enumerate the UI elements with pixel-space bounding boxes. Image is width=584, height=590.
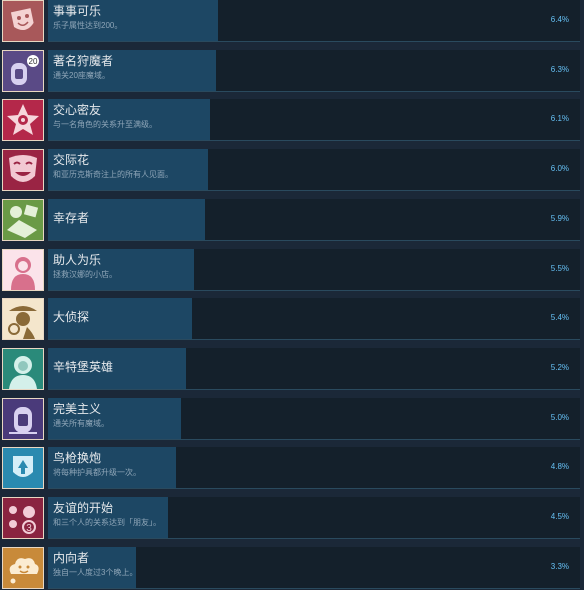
achievement-row[interactable]: 完美主义通关所有魔域。 5.0% bbox=[0, 398, 584, 447]
unlock-percentage: 6.3% bbox=[550, 65, 569, 74]
achievement-row[interactable]: 交际花和亚历克斯奇注上的所有人见面。 6.0% bbox=[0, 149, 584, 198]
achievement-title: 大侦探 bbox=[53, 310, 90, 324]
achievement-row[interactable]: 交心密友与一名角色的关系升至满级。 6.1% bbox=[0, 99, 584, 148]
progress-bar: 交际花和亚历克斯奇注上的所有人见面。 6.0% bbox=[48, 149, 580, 191]
achievement-title: 交际花 bbox=[53, 153, 90, 167]
unlock-percentage: 4.8% bbox=[550, 462, 569, 471]
achievement-title: 完美主义 bbox=[53, 402, 102, 416]
star-face-icon bbox=[2, 99, 44, 141]
achievement-row[interactable]: 20 著名狩魔者通关20座魔域。 6.3% bbox=[0, 50, 584, 99]
progress-bar: 完美主义通关所有魔域。 5.0% bbox=[48, 398, 580, 440]
achievement-title: 友谊的开始 bbox=[53, 501, 114, 515]
achievement-title: 著名狩魔者 bbox=[53, 54, 114, 68]
achievement-row[interactable]: 事事可乐乐子属性达到200。 6.4% bbox=[0, 0, 584, 49]
survivor-ticket-icon bbox=[2, 199, 44, 241]
detective-icon bbox=[2, 298, 44, 340]
achievement-description: 拯救汉娜的小店。 bbox=[53, 270, 117, 279]
perfect-tombstone-icon bbox=[2, 398, 44, 440]
achievement-row[interactable]: 助人为乐拯救汉娜的小店。 5.5% bbox=[0, 249, 584, 298]
progress-bar: 内向者独自一人度过3个晚上。 3.3% bbox=[48, 547, 580, 589]
achievement-row[interactable]: 幸存者 5.9% bbox=[0, 199, 584, 248]
unlock-percentage: 5.4% bbox=[550, 313, 569, 322]
unlock-percentage: 6.4% bbox=[550, 15, 569, 24]
helping-girl-icon bbox=[2, 249, 44, 291]
unlock-percentage: 5.5% bbox=[550, 264, 569, 273]
achievement-row[interactable]: 鸟枪换炮将每种护具都升级一次。 4.8% bbox=[0, 447, 584, 496]
progress-bar: 幸存者 5.9% bbox=[48, 199, 580, 241]
achievement-title: 内向者 bbox=[53, 551, 90, 565]
unlock-percentage: 4.5% bbox=[550, 512, 569, 521]
achievement-row[interactable]: 辛特堡英雄 5.2% bbox=[0, 348, 584, 397]
achievement-title: 鸟枪换炮 bbox=[53, 451, 102, 465]
achievement-title: 交心密友 bbox=[53, 103, 102, 117]
hero-girl-icon bbox=[2, 348, 44, 390]
progress-bar: 交心密友与一名角色的关系升至满级。 6.1% bbox=[48, 99, 580, 141]
achievement-title: 事事可乐 bbox=[53, 4, 102, 18]
achievement-description: 通关20座魔域。 bbox=[53, 71, 110, 80]
theater-mask-icon bbox=[2, 0, 44, 42]
achievement-title: 助人为乐 bbox=[53, 253, 102, 267]
achievement-description: 和三个人的关系达到「朋友」。 bbox=[53, 518, 161, 527]
progress-bar: 辛特堡英雄 5.2% bbox=[48, 348, 580, 390]
unlock-percentage: 6.0% bbox=[550, 164, 569, 173]
progress-bar: 友谊的开始和三个人的关系达到「朋友」。 4.5% bbox=[48, 497, 580, 539]
achievement-title: 辛特堡英雄 bbox=[53, 360, 114, 374]
achievement-description: 和亚历克斯奇注上的所有人见面。 bbox=[53, 170, 173, 179]
achievement-title: 幸存者 bbox=[53, 211, 90, 225]
achievement-row[interactable]: 3 友谊的开始和三个人的关系达到「朋友」。 4.5% bbox=[0, 497, 584, 546]
achievement-description: 乐子属性达到200。 bbox=[53, 21, 123, 30]
upgrade-mask-icon bbox=[2, 447, 44, 489]
progress-bar: 事事可乐乐子属性达到200。 6.4% bbox=[48, 0, 580, 42]
achievement-description: 将每种护具都升级一次。 bbox=[53, 468, 141, 477]
progress-bar: 著名狩魔者通关20座魔域。 6.3% bbox=[48, 50, 580, 92]
achievement-description: 独自一人度过3个晚上。 bbox=[53, 568, 138, 577]
achievement-description: 与一名角色的关系升至满级。 bbox=[53, 120, 157, 129]
svg-text:20: 20 bbox=[29, 57, 38, 66]
achievement-description: 通关所有魔域。 bbox=[53, 419, 109, 428]
unlock-percentage: 5.0% bbox=[550, 413, 569, 422]
unlock-percentage: 3.3% bbox=[550, 562, 569, 571]
unlock-percentage: 5.2% bbox=[550, 363, 569, 372]
progress-bar: 助人为乐拯救汉娜的小店。 5.5% bbox=[48, 249, 580, 291]
achievement-list: 事事可乐乐子属性达到200。 6.4% 20 著名狩魔者通关20座魔域。 6.3% 交… bbox=[0, 0, 584, 590]
achievement-row[interactable]: 内向者独自一人度过3个晚上。 3.3% bbox=[0, 547, 584, 590]
unlock-percentage: 6.1% bbox=[550, 114, 569, 123]
smiling-mask-icon bbox=[2, 149, 44, 191]
progress-bar: 鸟枪换炮将每种护具都升级一次。 4.8% bbox=[48, 447, 580, 489]
achievement-row[interactable]: 大侦探 5.4% bbox=[0, 298, 584, 347]
three-friends-icon: 3 bbox=[2, 497, 44, 539]
progress-bar: 大侦探 5.4% bbox=[48, 298, 580, 340]
svg-text:3: 3 bbox=[26, 523, 32, 534]
introvert-cloud-icon bbox=[2, 547, 44, 589]
tombstone-20-icon: 20 bbox=[2, 50, 44, 92]
unlock-percentage: 5.9% bbox=[550, 214, 569, 223]
